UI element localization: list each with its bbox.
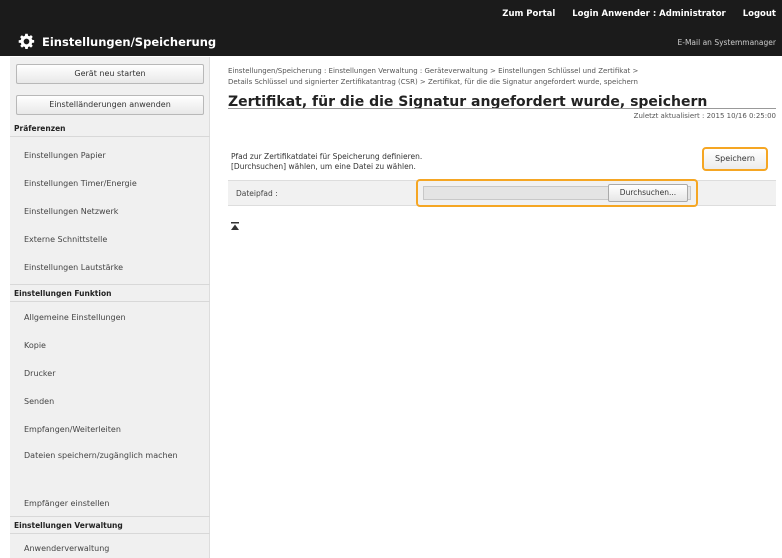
sidebar-item-store-access-files[interactable]: Dateien speichern/zugänglich machen — [24, 450, 204, 462]
sidebar-item-external-interface[interactable]: Externe Schnittstelle — [24, 234, 204, 246]
sidebar-item-receive-forward[interactable]: Empfangen/Weiterleiten — [24, 424, 204, 436]
sidebar-item-copy[interactable]: Kopie — [24, 340, 204, 352]
sidebar-item-set-destination[interactable]: Empfänger einstellen — [24, 498, 204, 510]
logout-link[interactable]: Logout — [743, 9, 776, 19]
login-user-text: Login Anwender : Administrator — [572, 9, 726, 19]
file-path-row: Dateipfad : Durchsuchen... — [228, 179, 776, 207]
breadcrumb-line[interactable]: Details Schlüssel und signierter Zertifi… — [228, 77, 776, 88]
main-content: Einstellungen/Speicherung : Einstellunge… — [228, 66, 776, 230]
file-picker-highlight: Durchsuchen... — [416, 179, 698, 207]
sidebar-heading-preferences: Präferenzen — [14, 124, 66, 133]
sidebar-item-network[interactable]: Einstellungen Netzwerk — [24, 206, 204, 218]
apply-changes-button[interactable]: Einstelländerungen anwenden — [16, 95, 204, 115]
save-certificate-panel: Pfad zur Zertifikatdatei für Speicherung… — [228, 144, 776, 230]
portal-link[interactable]: Zum Portal — [502, 9, 555, 19]
sidebar-item-send[interactable]: Senden — [24, 396, 204, 408]
gear-icon — [18, 33, 35, 50]
save-button[interactable]: Speichern — [702, 147, 768, 171]
top-bar: Zum Portal Login Anwender : Administrato… — [0, 0, 782, 56]
breadcrumb: Einstellungen/Speicherung : Einstellunge… — [228, 66, 776, 88]
browse-button[interactable]: Durchsuchen... — [608, 184, 688, 202]
description-line: [Durchsuchen] wählen, um eine Datei zu w… — [231, 162, 416, 171]
divider — [10, 301, 210, 302]
divider — [10, 533, 210, 534]
header-links: Zum Portal Login Anwender : Administrato… — [488, 9, 776, 19]
divider — [10, 136, 210, 137]
divider — [228, 108, 776, 109]
sidebar: Gerät neu starten Einstelländerungen anw… — [10, 57, 210, 558]
sidebar-heading-function: Einstellungen Funktion — [14, 289, 112, 298]
sidebar-heading-management: Einstellungen Verwaltung — [14, 521, 123, 530]
restart-device-button[interactable]: Gerät neu starten — [16, 64, 204, 84]
sidebar-item-general[interactable]: Allgemeine Einstellungen — [24, 312, 204, 324]
back-to-top-icon[interactable] — [230, 222, 240, 232]
description: Pfad zur Zertifikatdatei für Speicherung… — [228, 144, 776, 172]
sidebar-item-timer-energy[interactable]: Einstellungen Timer/Energie — [24, 178, 204, 190]
breadcrumb-line[interactable]: Einstellungen/Speicherung : Einstellunge… — [228, 66, 776, 77]
app-title-text: Einstellungen/Speicherung — [42, 34, 217, 49]
app-title: Einstellungen/Speicherung — [18, 33, 216, 50]
divider — [10, 284, 210, 285]
divider — [10, 516, 210, 517]
sidebar-item-printer[interactable]: Drucker — [24, 368, 204, 380]
file-path-label: Dateipfad : — [236, 189, 278, 198]
mail-to-manager-link[interactable]: E-Mail an Systemmanager — [678, 38, 776, 47]
last-updated-text: Zuletzt aktualisiert : 2015 10/16 0:25:0… — [633, 112, 776, 120]
sidebar-item-paper[interactable]: Einstellungen Papier — [24, 150, 204, 162]
sidebar-item-user-management[interactable]: Anwenderverwaltung — [24, 543, 204, 555]
description-line: Pfad zur Zertifikatdatei für Speicherung… — [231, 152, 423, 161]
sidebar-item-volume[interactable]: Einstellungen Lautstärke — [24, 262, 204, 274]
